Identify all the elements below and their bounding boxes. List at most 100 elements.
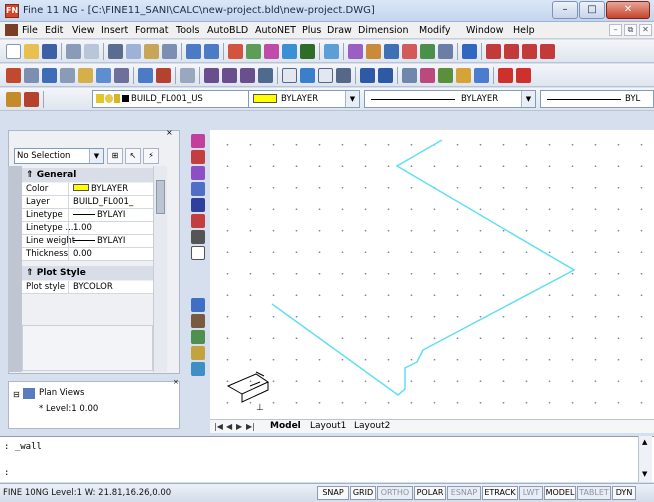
- status-toggle-lwt[interactable]: LWT: [519, 486, 543, 500]
- property-value[interactable]: BUILD_FL001_: [68, 196, 153, 208]
- property-row-linetype[interactable]: Linetype BYLAYI: [22, 209, 153, 222]
- save-icon[interactable]: [42, 44, 57, 59]
- section-tool-icon[interactable]: [156, 68, 171, 83]
- property-value[interactable]: BYLAYER: [68, 183, 153, 195]
- polygon-tool-icon[interactable]: [191, 182, 205, 196]
- stair-tool-icon[interactable]: [60, 68, 75, 83]
- level-tool-icon[interactable]: [138, 68, 153, 83]
- command-line[interactable]: : _wall :: [0, 436, 654, 482]
- array-tool-icon[interactable]: [191, 346, 205, 360]
- last-tab-button[interactable]: ▶|: [246, 422, 255, 431]
- polyline-icon[interactable]: [282, 44, 297, 59]
- draw-polyline-icon[interactable]: [522, 44, 537, 59]
- tab-layout2[interactable]: Layout2: [354, 421, 390, 431]
- open-folder-icon[interactable]: [24, 44, 39, 59]
- zoom-extents-icon[interactable]: [246, 44, 261, 59]
- make-current-icon[interactable]: [24, 92, 39, 107]
- menu-window[interactable]: Window: [466, 25, 503, 36]
- quick-select-icon[interactable]: ⚡: [143, 148, 159, 164]
- menu-insert[interactable]: Insert: [101, 25, 128, 36]
- property-row-layer[interactable]: Layer BUILD_FL001_: [22, 196, 153, 209]
- minimize-button[interactable]: –: [552, 1, 578, 19]
- status-toggle-etrack[interactable]: ETRACK: [482, 486, 518, 500]
- mdi-restore-button[interactable]: ⧉: [624, 24, 637, 36]
- menu-autonet[interactable]: AutoNET: [255, 25, 296, 36]
- menu-edit[interactable]: Edit: [45, 25, 63, 36]
- tree-expand-icon[interactable]: ⊟: [13, 390, 20, 399]
- property-value[interactable]: BYCOLOR: [68, 281, 153, 293]
- distance-icon[interactable]: [402, 68, 417, 83]
- status-toggle-grid[interactable]: GRID: [350, 486, 376, 500]
- panel-close-button[interactable]: ×: [173, 378, 179, 386]
- menu-dimension[interactable]: Dimension: [358, 25, 409, 36]
- list-icon[interactable]: [438, 68, 453, 83]
- layer-combo[interactable]: BUILD_FL001_US ▼: [92, 90, 272, 108]
- move-tool-icon[interactable]: [191, 362, 205, 376]
- property-row-linetype-scale[interactable]: Linetype ... 1.00: [22, 222, 153, 235]
- locate-point-icon[interactable]: [456, 68, 471, 83]
- window-tool-icon[interactable]: [42, 68, 57, 83]
- line-icon[interactable]: [264, 44, 279, 59]
- door-tool-icon[interactable]: [24, 68, 39, 83]
- viewport-icon[interactable]: [318, 68, 333, 83]
- property-value[interactable]: 0.00: [68, 248, 153, 260]
- properties-close-button[interactable]: ×: [166, 128, 173, 137]
- construction-line-icon[interactable]: [191, 150, 205, 164]
- quickcalc-icon[interactable]: [438, 44, 453, 59]
- tab-layout1[interactable]: Layout1: [310, 421, 346, 431]
- tree-level-item[interactable]: * Level:1 0.00: [39, 404, 98, 414]
- slab-tool-icon[interactable]: [96, 68, 111, 83]
- undo-icon[interactable]: [186, 44, 201, 59]
- mdi-close-button[interactable]: ✕: [639, 24, 652, 36]
- section-general[interactable]: ⇑ General: [22, 168, 153, 182]
- color-combo[interactable]: BYLAYER ▼: [248, 90, 360, 108]
- linetype-combo[interactable]: BYLAYER ▼: [364, 90, 536, 108]
- area-icon[interactable]: [420, 68, 435, 83]
- chevron-down-icon[interactable]: ▼: [89, 149, 103, 163]
- close-button[interactable]: ✕: [606, 1, 650, 19]
- hatch-edit-icon[interactable]: [222, 68, 237, 83]
- trim-icon[interactable]: [540, 44, 555, 59]
- property-row-lineweight[interactable]: Line weight BYLAYI: [22, 235, 153, 248]
- block-icon[interactable]: [336, 68, 351, 83]
- document-icon[interactable]: [5, 24, 18, 36]
- arc-tool-icon[interactable]: [191, 214, 205, 228]
- layer-states-icon[interactable]: [360, 68, 375, 83]
- cut-icon[interactable]: [108, 44, 123, 59]
- property-value[interactable]: 1.00: [68, 222, 153, 234]
- toggle-pickadd-icon[interactable]: ⊞: [107, 148, 123, 164]
- copy-tool-icon[interactable]: [191, 298, 205, 312]
- menu-help[interactable]: Help: [513, 25, 535, 36]
- new-file-icon[interactable]: [6, 44, 21, 59]
- menu-autobld[interactable]: AutoBLD: [207, 25, 248, 36]
- ucs-icon[interactable]: [300, 68, 315, 83]
- chevron-down-icon[interactable]: ▼: [345, 91, 359, 107]
- layer-manager-icon[interactable]: [6, 92, 21, 107]
- property-row-plot-style[interactable]: Plot style BYCOLOR: [22, 281, 153, 294]
- pan-icon[interactable]: [324, 44, 339, 59]
- selection-combo[interactable]: No Selection ▼: [14, 148, 104, 164]
- drawing-canvas[interactable]: ⊥: [210, 130, 654, 419]
- menu-view[interactable]: View: [72, 25, 95, 36]
- text-tool-icon[interactable]: [191, 246, 205, 260]
- palette-scrollbar[interactable]: [153, 166, 167, 372]
- property-value[interactable]: BYLAYI: [68, 235, 153, 247]
- mirror-tool-icon[interactable]: [191, 314, 205, 328]
- chevron-down-icon[interactable]: ▼: [521, 91, 535, 107]
- wall-tool-icon[interactable]: [6, 68, 21, 83]
- sheet-set-icon[interactable]: [402, 44, 417, 59]
- zoom-window-icon[interactable]: [228, 44, 243, 59]
- menu-plus[interactable]: Plus: [302, 25, 321, 36]
- status-toggle-model[interactable]: MODEL: [544, 486, 576, 500]
- print-preview-icon[interactable]: [84, 44, 99, 59]
- palette-titlebar[interactable]: [8, 166, 22, 372]
- select-objects-icon[interactable]: ↖: [125, 148, 141, 164]
- roof-tool-icon[interactable]: [114, 68, 129, 83]
- maximize-button[interactable]: □: [579, 1, 605, 19]
- copy-icon[interactable]: [126, 44, 141, 59]
- erase-tool-icon[interactable]: [191, 230, 205, 244]
- menu-tools[interactable]: Tools: [176, 25, 199, 36]
- line-tool-icon[interactable]: [191, 134, 205, 148]
- scroll-down-icon[interactable]: ▼: [642, 470, 647, 478]
- menu-file[interactable]: File: [22, 25, 38, 36]
